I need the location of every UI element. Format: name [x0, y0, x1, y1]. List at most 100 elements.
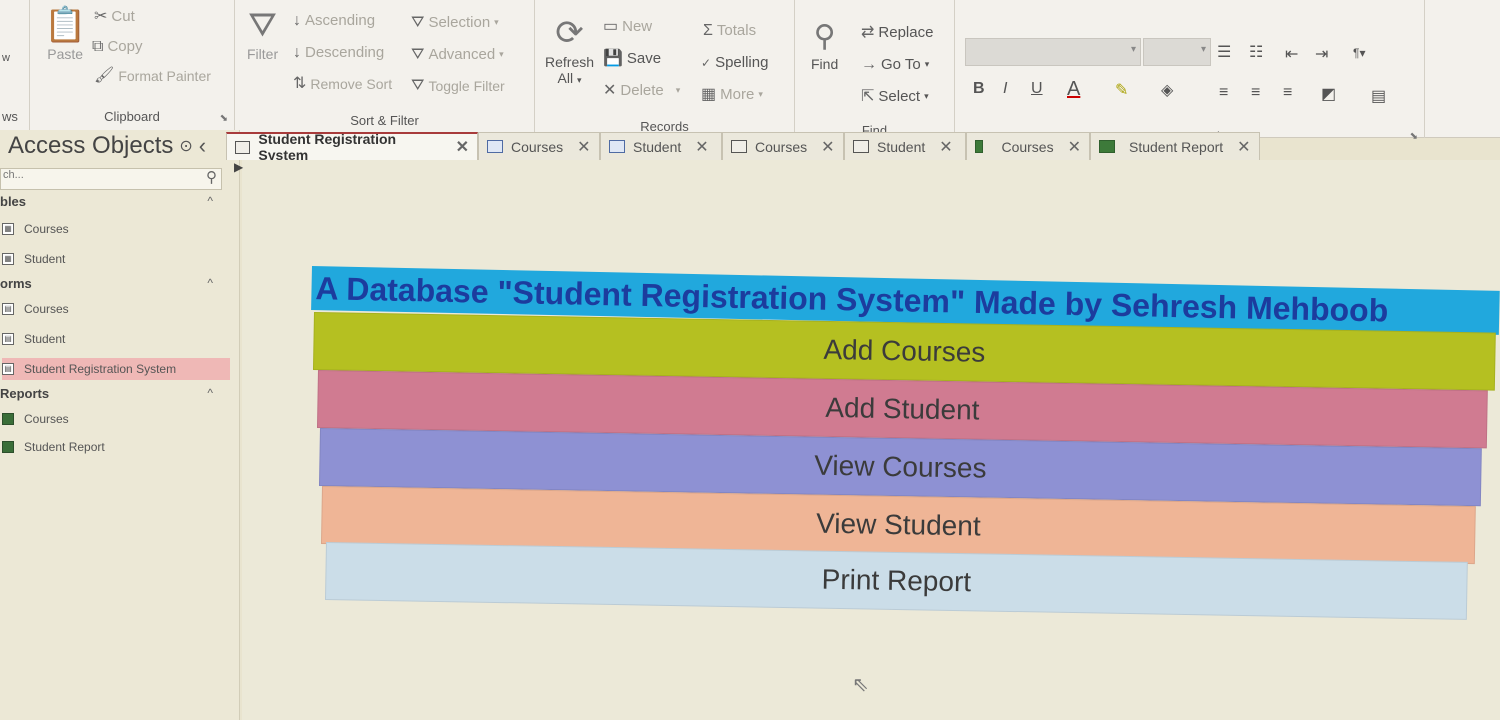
advanced-button[interactable]: ⛛ Advanced ▾	[411, 46, 504, 63]
nav-item-table-student[interactable]: ▦ Student	[2, 248, 230, 270]
cut-label: Cut	[111, 8, 135, 25]
tab-courses-table[interactable]: Courses ✕	[478, 132, 600, 160]
bullet-list-icon[interactable]: ☰	[1217, 42, 1231, 62]
nav-search-input[interactable]: ch... ⚲	[0, 168, 222, 190]
align-left-icon[interactable]: ≡	[1219, 84, 1228, 102]
spelling-button[interactable]: ✓ Spelling	[701, 54, 768, 71]
collapse-pane-icon[interactable]: ‹	[199, 133, 206, 159]
more-button[interactable]: ▦ More ▾	[701, 86, 763, 103]
tab-courses-report[interactable]: Courses ✕	[966, 132, 1090, 160]
close-icon[interactable]: ✕	[939, 137, 952, 157]
refresh-all-label: All	[557, 70, 574, 86]
select-label: Select	[878, 88, 921, 105]
add-student-label: Add Student	[825, 391, 980, 426]
close-icon[interactable]: ✕	[577, 137, 590, 157]
refresh-all-button[interactable]: ⟳ Refresh All ▾	[545, 16, 594, 86]
tab-label: Courses	[511, 138, 564, 155]
conditional-format-icon[interactable]: ◩	[1321, 84, 1336, 104]
ascending-button[interactable]: ↓ Ascending	[293, 12, 375, 29]
filter-button[interactable]: ⛛ Filter	[247, 8, 278, 62]
delete-button[interactable]: ✕ Delete ▾	[603, 82, 680, 99]
section-tables[interactable]: bles ^	[0, 194, 225, 209]
clipboard-launcher-icon[interactable]: ⬊	[220, 113, 228, 124]
section-forms-label: orms	[0, 276, 32, 291]
tab-student-table[interactable]: Student ✕	[600, 132, 722, 160]
nav-item-table-courses[interactable]: ▦ Courses	[2, 218, 230, 240]
format-painter-button[interactable]: 🖌 Format Painter	[94, 68, 211, 85]
bold-button[interactable]: B	[973, 80, 985, 98]
grid-icon: ▦	[701, 85, 717, 103]
descending-button[interactable]: ↓ Descending	[293, 44, 384, 61]
font-color-button[interactable]: A	[1067, 78, 1080, 101]
underline-button[interactable]: U	[1031, 80, 1043, 98]
form-icon	[731, 140, 747, 153]
mouse-pointer-icon: ⇖	[852, 674, 869, 696]
toggle-filter-button[interactable]: ⛛ Toggle Filter	[411, 78, 505, 95]
arrow-right-icon: →	[861, 55, 877, 73]
decrease-indent-icon[interactable]: ⇤	[1285, 44, 1298, 64]
find-button[interactable]: ⚲ Find	[811, 22, 838, 73]
go-to-button[interactable]: → Go To ▾	[861, 56, 929, 73]
tab-student-registration-system[interactable]: Student Registration System ✕	[226, 131, 478, 163]
new-button[interactable]: ▭ New	[603, 18, 652, 35]
replace-button[interactable]: ⇄ Replace	[861, 24, 933, 41]
paragraph-direction-icon[interactable]: ¶▾	[1353, 46, 1365, 60]
nav-item-report-courses[interactable]: Courses	[2, 408, 230, 430]
tab-student-form[interactable]: Student ✕	[844, 132, 966, 160]
search-icon[interactable]: ⚲	[206, 170, 217, 185]
sort-filter-group-label: Sort & Filter	[350, 113, 419, 128]
collapse-caret-icon[interactable]: ^	[207, 194, 213, 208]
remove-sort-button[interactable]: ⇅ Remove Sort	[293, 75, 393, 93]
advanced-filter-icon: ⛛	[411, 45, 425, 63]
close-icon[interactable]: ✕	[1237, 137, 1250, 157]
nav-item-form-student[interactable]: ▤ Student	[2, 328, 230, 350]
totals-label: Totals	[716, 22, 757, 39]
font-size-combo[interactable]: ▾	[1143, 38, 1211, 66]
nav-item-form-student-registration-system[interactable]: ▤ Student Registration System	[2, 358, 230, 380]
align-center-icon[interactable]: ≡	[1251, 84, 1260, 102]
tab-label: Courses	[1001, 138, 1054, 155]
nav-title-text: Access Objects	[8, 132, 174, 159]
refresh-icon: ⟳	[555, 14, 584, 52]
sort-filter-group: ⛛ Filter ↓ Ascending ↓ Descending ⇅ Remove …	[235, 0, 535, 138]
chevron-down-icon: ▾	[494, 17, 499, 27]
section-forms[interactable]: orms ^	[0, 276, 225, 291]
numbered-list-icon[interactable]: ☷	[1249, 42, 1263, 62]
select-button[interactable]: ⇱ Select ▾	[861, 88, 929, 105]
close-icon[interactable]: ✕	[821, 137, 834, 157]
tab-label: Student	[877, 138, 926, 155]
nav-menu-icon[interactable]: ⊙	[179, 136, 192, 156]
collapse-caret-icon[interactable]: ^	[207, 276, 213, 290]
fill-color-icon[interactable]: ◈	[1161, 80, 1173, 100]
document-tabs: Student Registration System ✕ Courses ✕ …	[226, 131, 1500, 163]
italic-button[interactable]: I	[1003, 80, 1007, 98]
font-name-combo[interactable]: ▾	[965, 38, 1141, 66]
remove-sort-label: Remove Sort	[310, 76, 393, 92]
replace-icon: ⇄	[861, 23, 875, 41]
nav-item-report-student-report[interactable]: Student Report	[2, 436, 230, 458]
nav-pane-title[interactable]: Access Objects ⊙ ‹	[8, 132, 206, 160]
increase-indent-icon[interactable]: ⇥	[1315, 44, 1328, 64]
nav-search-placeholder: ch...	[3, 169, 24, 181]
nav-item-label: Courses	[24, 302, 69, 316]
close-icon[interactable]: ✕	[1068, 137, 1081, 157]
remove-sort-icon: ⇅	[293, 75, 307, 92]
paste-button[interactable]: 📋 Paste	[44, 8, 86, 62]
collapse-caret-icon[interactable]: ^	[207, 386, 213, 400]
section-reports[interactable]: Reports ^	[0, 386, 225, 401]
tab-courses-form[interactable]: Courses ✕	[722, 132, 844, 160]
views-group-label: ws	[2, 109, 18, 124]
align-right-icon[interactable]: ≡	[1283, 84, 1292, 102]
save-button[interactable]: 💾 Save	[603, 50, 661, 67]
highlight-color-icon[interactable]: ✎	[1115, 80, 1128, 100]
close-icon[interactable]: ✕	[695, 137, 708, 157]
gridlines-icon[interactable]: ▤	[1371, 86, 1386, 106]
tab-student-report[interactable]: Student Report ✕	[1090, 132, 1260, 160]
totals-button[interactable]: Σ Totals	[703, 22, 756, 39]
selection-button[interactable]: ⛛ Selection ▾	[411, 14, 499, 31]
copy-button[interactable]: ⧉ Copy	[92, 38, 142, 55]
close-icon[interactable]: ✕	[456, 137, 469, 157]
view-button[interactable]: w	[2, 52, 10, 64]
nav-item-form-courses[interactable]: ▤ Courses	[2, 298, 230, 320]
cut-button[interactable]: ✂ Cut	[94, 8, 135, 25]
